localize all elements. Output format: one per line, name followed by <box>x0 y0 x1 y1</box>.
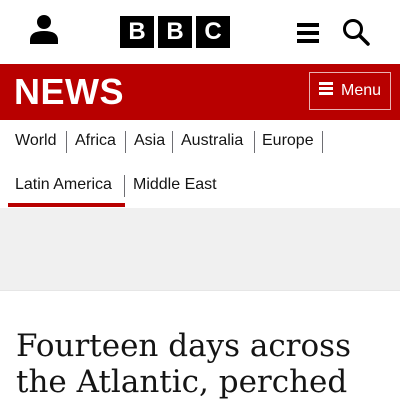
nav-item-australia[interactable]: Australia <box>181 132 243 150</box>
news-bar: NEWS Menu <box>0 64 400 120</box>
nav-separator <box>172 131 173 153</box>
nav-item-asia[interactable]: Asia <box>134 132 165 150</box>
hamburger-icon <box>318 82 333 100</box>
nav-item-europe[interactable]: Europe <box>262 132 314 150</box>
article-headline: Fourteen days across the Atlantic, perch… <box>16 328 351 400</box>
nav-separator <box>66 131 67 153</box>
nav-separator <box>125 131 126 153</box>
bbc-logo[interactable]: B B C <box>120 16 232 48</box>
nav-separator <box>124 175 125 197</box>
news-logo[interactable]: NEWS <box>14 72 124 112</box>
nav-item-world[interactable]: World <box>15 132 57 150</box>
section-nav: World Africa Asia Australia Europe Latin… <box>0 120 400 208</box>
nav-item-latin-america[interactable]: Latin America <box>15 176 112 194</box>
top-bar: B B C <box>0 0 400 64</box>
more-menu-icon[interactable] <box>297 23 319 43</box>
search-icon[interactable] <box>342 18 370 46</box>
nav-item-africa[interactable]: Africa <box>75 132 116 150</box>
menu-button[interactable]: Menu <box>309 72 391 110</box>
account-icon[interactable] <box>28 14 60 46</box>
nav-item-middle-east[interactable]: Middle East <box>133 176 217 194</box>
ad-placeholder <box>0 208 400 291</box>
menu-button-label: Menu <box>340 82 382 99</box>
nav-separator <box>254 131 255 153</box>
bbc-logo-block-2: B <box>158 16 192 48</box>
bbc-logo-block-3: C <box>196 16 230 48</box>
bbc-logo-block-1: B <box>120 16 154 48</box>
active-nav-indicator <box>8 203 125 207</box>
nav-separator <box>322 131 323 153</box>
